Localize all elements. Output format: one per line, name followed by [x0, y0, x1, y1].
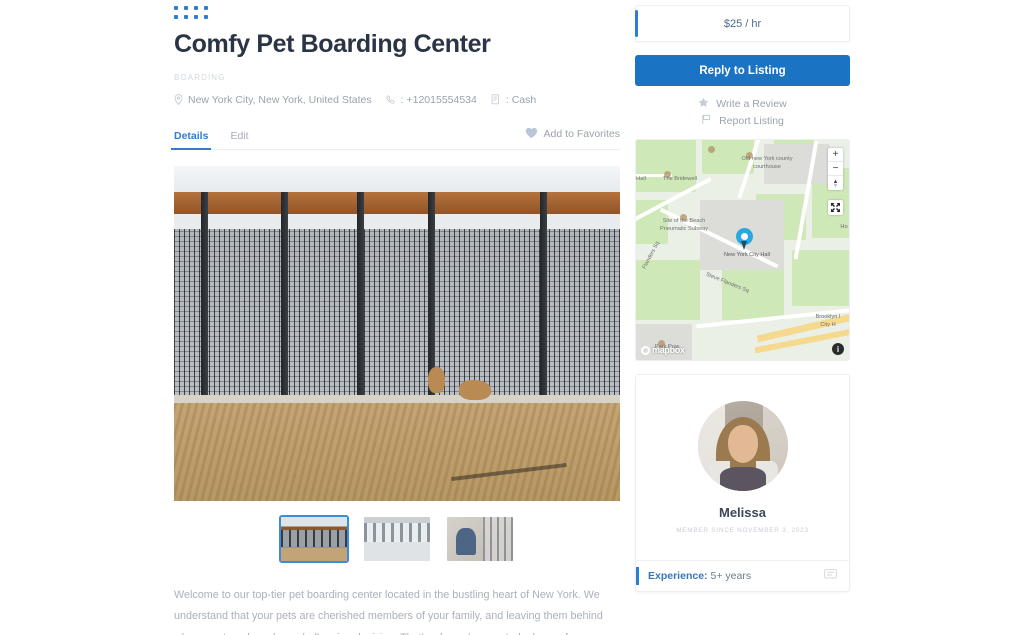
- member-since-text: MEMBER SINCE NOVEMBER 3, 2023: [676, 527, 809, 534]
- star-icon: [698, 97, 709, 111]
- hero-dog: [459, 380, 492, 400]
- location-map[interactable]: Old new York county courthouse The Bride…: [635, 139, 850, 361]
- phone-icon: [386, 94, 396, 105]
- write-review-button[interactable]: Write a Review: [635, 95, 850, 112]
- report-listing-label: Report Listing: [719, 114, 784, 127]
- experience-label: Experience:: [648, 570, 708, 582]
- listing-meta: New York City, New York, United States :…: [174, 94, 620, 106]
- map-zoom-in-button[interactable]: +: [828, 148, 843, 162]
- map-label: Brooklyn I City H: [815, 314, 841, 328]
- owner-profile-card: Melissa MEMBER SINCE NOVEMBER 3, 2023 Ex…: [635, 374, 850, 592]
- message-icon[interactable]: [824, 567, 837, 585]
- map-label: The Bridewell: [663, 176, 697, 182]
- map-poi-icon: [708, 146, 715, 153]
- map-label: Hall: [636, 176, 646, 182]
- map-pin-icon: [174, 94, 183, 105]
- heart-icon: [525, 127, 538, 142]
- main-content: Comfy Pet Boarding Center BOARDING New Y…: [170, 0, 620, 635]
- listing-description: Welcome to our top-tier pet boarding cen…: [174, 588, 603, 635]
- tab-edit[interactable]: Edit: [230, 130, 248, 149]
- tab-bar: Details Edit Add to Favorites: [170, 122, 620, 150]
- favorites-label: Add to Favorites: [543, 128, 620, 140]
- hero-ground: [174, 403, 620, 501]
- map-park: [792, 250, 849, 306]
- flag-icon: [701, 114, 712, 128]
- invoice-icon: [491, 94, 501, 105]
- map-label: Ho: [840, 224, 848, 230]
- compass-icon[interactable]: [828, 176, 843, 190]
- hero-dog: [428, 367, 446, 394]
- thumbnail-2[interactable]: [445, 515, 515, 563]
- mapbox-attribution: mapbox: [641, 345, 685, 355]
- sidebar: $25 / hr Reply to Listing Write a Review…: [635, 5, 850, 592]
- map-park: [636, 140, 696, 192]
- add-to-favorites-button[interactable]: Add to Favorites: [525, 127, 620, 149]
- thumbnail-0[interactable]: [279, 514, 349, 563]
- map-zoom-controls: + −: [828, 148, 843, 190]
- thumbnail-gallery: [174, 514, 620, 563]
- fullscreen-icon[interactable]: [828, 200, 843, 215]
- map-marker[interactable]: [736, 228, 753, 250]
- hero-post: [200, 192, 208, 407]
- page-title: Comfy Pet Boarding Center: [174, 30, 491, 58]
- price-value: $25 / hr: [723, 17, 762, 30]
- report-listing-button[interactable]: Report Listing: [635, 112, 850, 129]
- map-zoom-out-button[interactable]: −: [828, 162, 843, 176]
- tab-details[interactable]: Details: [170, 130, 212, 150]
- meta-phone: : +12015554534: [386, 94, 477, 106]
- hero-roof: [174, 165, 620, 196]
- mapbox-logo-icon: [641, 345, 650, 355]
- thumbnail-1[interactable]: [362, 515, 432, 563]
- meta-location: New York City, New York, United States: [174, 94, 372, 106]
- map-label: Site of the Beach Pneumatic Subway: [660, 218, 708, 232]
- avatar: [697, 401, 788, 491]
- hero-post: [281, 192, 289, 407]
- hero-post: [539, 192, 547, 407]
- experience-value: 5+ years: [710, 570, 752, 582]
- map-label: Old new York county courthouse: [741, 156, 793, 170]
- mapbox-label: mapbox: [652, 345, 685, 355]
- map-info-button[interactable]: i: [832, 343, 844, 355]
- listing-page: Comfy Pet Boarding Center BOARDING New Y…: [0, 0, 1024, 635]
- write-review-label: Write a Review: [716, 97, 787, 110]
- hero-wood-beam: [174, 192, 620, 216]
- map-marker-label: New York City Hall: [723, 252, 770, 258]
- meta-payment: : Cash: [491, 94, 536, 106]
- location-text: New York City, New York, United States: [188, 93, 372, 106]
- reply-to-listing-button[interactable]: Reply to Listing: [635, 55, 850, 86]
- hero-kennel-mesh: [174, 229, 620, 407]
- hero-post: [356, 192, 364, 407]
- phone-text: : +12015554534: [400, 93, 477, 106]
- payment-text: : Cash: [505, 93, 537, 106]
- category-label: BOARDING: [174, 72, 226, 82]
- dot-grid-icon: [174, 6, 208, 19]
- owner-name: Melissa: [719, 505, 766, 520]
- experience-row: Experience: 5+ years: [636, 560, 849, 591]
- hero-image[interactable]: [174, 165, 620, 501]
- price-card: $25 / hr: [635, 5, 850, 42]
